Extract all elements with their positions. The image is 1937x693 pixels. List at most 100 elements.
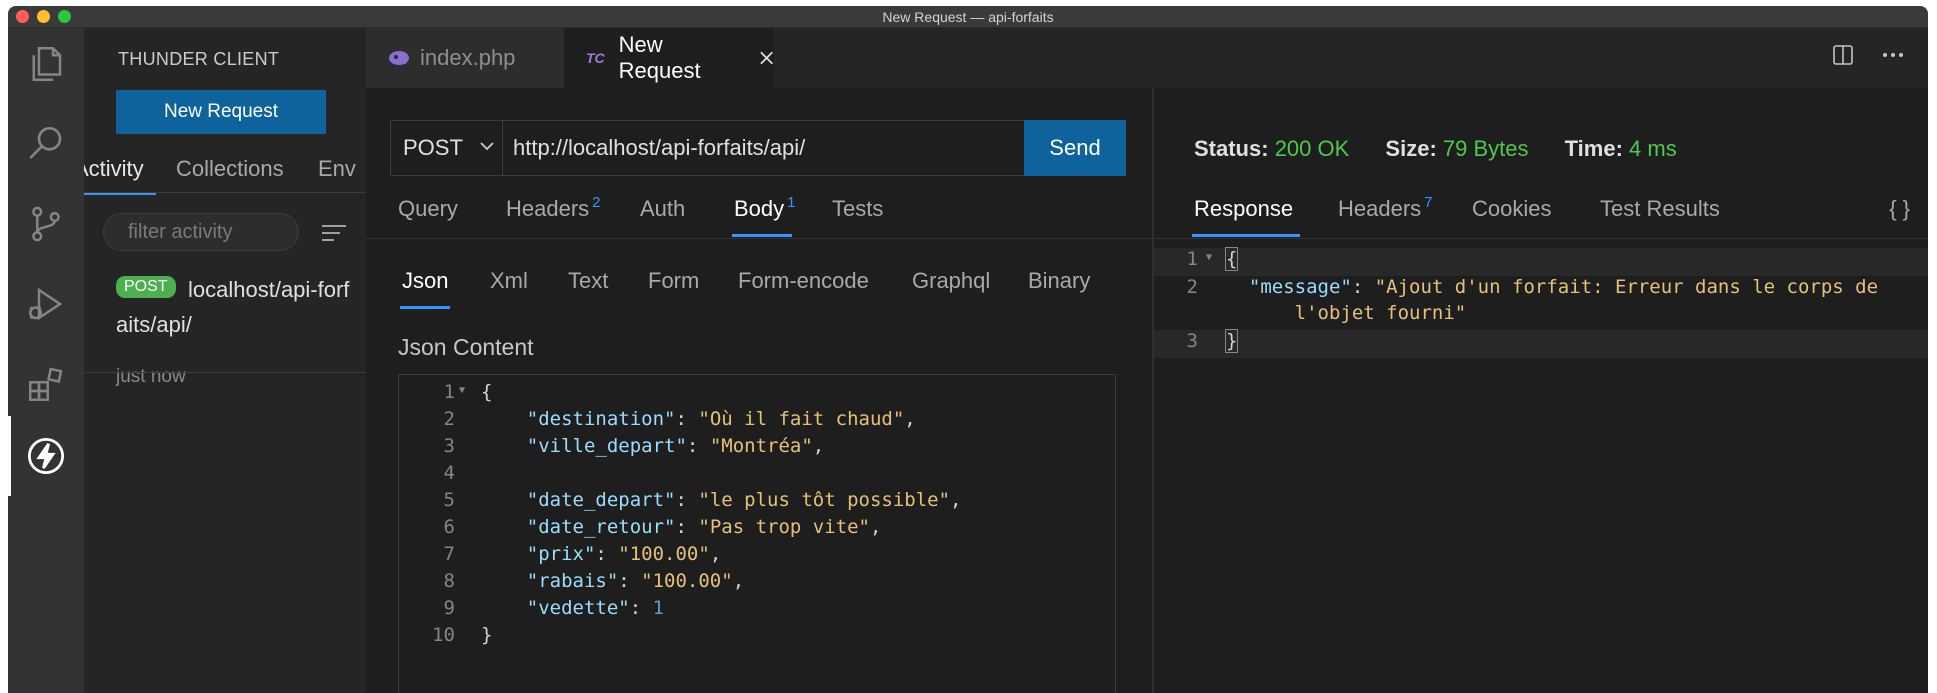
filter-activity-input[interactable] xyxy=(103,213,299,251)
url-input[interactable] xyxy=(503,121,1023,175)
extensions-icon[interactable] xyxy=(20,358,72,410)
code-line: 1 ▼{ xyxy=(443,381,493,403)
response-status: Status: 200 OK Size: 79 Bytes Time: 4 ms xyxy=(1194,136,1677,161)
size-value: 79 Bytes xyxy=(1442,136,1529,161)
thunder-client-icon[interactable] xyxy=(20,430,72,482)
divider xyxy=(1154,238,1928,239)
split-editor-icon[interactable] xyxy=(1832,44,1854,66)
code-line: 3 "ville_depart": "Montréa", xyxy=(443,435,825,457)
sidebar-tabs: Activity Collections Env xyxy=(84,150,366,195)
tab-env[interactable]: Env xyxy=(318,156,356,182)
code-line: 5 "date_depart": "le plus tôt possible", xyxy=(443,489,962,511)
tab-collections[interactable]: Collections xyxy=(176,156,284,182)
tc-icon: TC xyxy=(586,50,605,66)
tab-tests[interactable]: Tests xyxy=(832,196,883,222)
code-line: 3} xyxy=(1154,329,1928,358)
tab-query[interactable]: Query xyxy=(398,196,458,222)
status-value: 200 OK xyxy=(1274,136,1350,161)
php-icon xyxy=(389,51,409,65)
response-body[interactable]: 1 ▼{ 2 "message": "Ajout d'un forfait: Er… xyxy=(1154,247,1928,448)
tab-cookies[interactable]: Cookies xyxy=(1472,196,1551,222)
more-actions-icon[interactable] xyxy=(1882,52,1904,58)
code-line: 7 "prix": "100.00", xyxy=(443,543,722,565)
request-tabs: Query Headers 2 Auth Body 1 Tests xyxy=(366,188,1152,237)
tab-test-results[interactable]: Test Results xyxy=(1600,196,1720,222)
sort-menu-icon[interactable] xyxy=(320,222,348,244)
method-value: POST xyxy=(403,135,463,160)
code-line: 6 "date_retour": "Pas trop vite", xyxy=(443,516,882,538)
active-tab-underline xyxy=(1192,234,1300,237)
new-request-button[interactable]: New Request xyxy=(116,90,326,134)
code-line: 8 "rabais": "100.00", xyxy=(443,570,745,592)
tab-label: New Request xyxy=(618,32,701,83)
code-line: 4 xyxy=(443,462,455,484)
tab-response[interactable]: Response xyxy=(1194,196,1293,222)
response-tabs: Response Headers 7 Cookies Test Results xyxy=(1154,188,1928,237)
code-text: l'objet fourni" xyxy=(1226,302,1467,324)
activity-item[interactable]: localhost/api-forfaits/api/ POST just no… xyxy=(84,266,366,387)
code-text: "prix": "100.00", xyxy=(526,543,722,565)
tab-binary[interactable]: Binary xyxy=(1028,268,1090,294)
search-icon[interactable] xyxy=(20,118,72,170)
active-tab-underline xyxy=(400,306,450,309)
code-line: 1 ▼{ xyxy=(1154,247,1928,276)
time-value: 4 ms xyxy=(1629,136,1677,161)
editor-actions xyxy=(1832,44,1904,66)
tab-new-request[interactable]: TC New Request xyxy=(564,28,774,88)
tab-json[interactable]: Json xyxy=(402,268,448,294)
window-title: New Request — api-forfaits xyxy=(882,9,1054,25)
response-pane: Status: 200 OK Size: 79 Bytes Time: 4 ms… xyxy=(1154,88,1928,693)
active-tab-underline xyxy=(732,234,792,237)
code-text: { xyxy=(481,381,493,403)
body-count: 1 xyxy=(787,194,796,211)
divider xyxy=(84,192,366,193)
code-text: } xyxy=(481,624,493,646)
title-bar: New Request — api-forfaits xyxy=(8,6,1928,28)
tab-graphql[interactable]: Graphql xyxy=(912,268,990,294)
code-text: "message": "Ajout d'un forfait: Erreur d… xyxy=(1248,276,1879,298)
code-line: 2 "message": "Ajout d'un forfait: Erreur… xyxy=(1186,276,1879,298)
tab-xml[interactable]: Xml xyxy=(490,268,528,294)
editor-tab-bar: index.php TC New Request xyxy=(366,28,1928,88)
chevron-down-icon xyxy=(480,142,494,151)
code-text: "destination": "Où il fait chaud", xyxy=(526,408,916,430)
tab-form[interactable]: Form xyxy=(648,268,699,294)
run-debug-icon[interactable] xyxy=(20,278,72,330)
code-text: { xyxy=(1224,247,1239,271)
divider xyxy=(366,238,1152,239)
tab-label: index.php xyxy=(420,45,516,70)
tab-headers[interactable]: Headers 2 xyxy=(506,194,601,222)
code-text: "vedette": 1 xyxy=(526,597,665,619)
code-line: 10} xyxy=(432,624,493,646)
code-text: } xyxy=(1224,329,1239,353)
active-indicator xyxy=(8,416,11,496)
code-line: 2 "destination": "Où il fait chaud", xyxy=(443,408,916,430)
sidebar-title: THUNDER CLIENT xyxy=(118,49,280,69)
code-line: 9 "vedette": 1 xyxy=(443,597,665,619)
tab-response-headers[interactable]: Headers 7 xyxy=(1338,194,1433,222)
vscode-window: New Request — api-forfaits THUNDER CLIEN… xyxy=(8,6,1928,693)
code-line: l'objet fourni" xyxy=(1154,302,1928,330)
code-text: "ville_depart": "Montréa", xyxy=(526,435,825,457)
tab-form-encode[interactable]: Form-encode xyxy=(738,268,869,294)
headers-count: 2 xyxy=(592,194,601,211)
tab-body[interactable]: Body 1 xyxy=(734,194,796,222)
tab-auth[interactable]: Auth xyxy=(640,196,685,222)
code-text: "date_depart": "le plus tôt possible", xyxy=(526,489,962,511)
close-icon[interactable] xyxy=(759,50,774,66)
activity-bar xyxy=(8,28,84,693)
files-icon[interactable] xyxy=(20,38,72,90)
tab-index-php[interactable]: index.php xyxy=(366,28,564,88)
tab-activity[interactable]: Activity xyxy=(84,156,144,182)
method-select[interactable]: POST xyxy=(391,121,503,175)
thunder-client-sidebar: THUNDER CLIENT New Request Activity Coll… xyxy=(84,28,366,693)
divider xyxy=(84,372,366,373)
method-badge: POST xyxy=(116,276,176,298)
tab-text[interactable]: Text xyxy=(568,268,608,294)
json-editor[interactable]: 1 ▼{ 2 "destination": "Où il fait chaud",… xyxy=(398,374,1116,693)
url-bar: POST Send xyxy=(390,120,1126,176)
source-control-icon[interactable] xyxy=(20,198,72,250)
format-json-button[interactable]: { } xyxy=(1889,196,1910,222)
send-button[interactable]: Send xyxy=(1024,120,1126,176)
json-content-label: Json Content xyxy=(398,334,534,360)
